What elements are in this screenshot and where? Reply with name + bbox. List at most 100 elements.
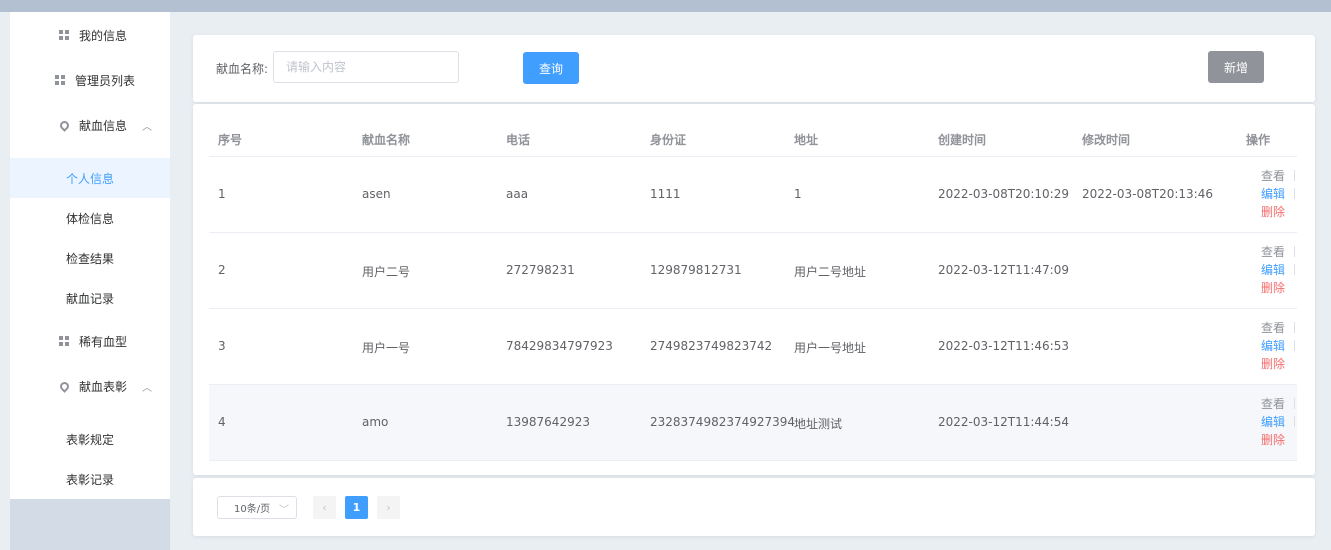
- cell-idcard: 1111: [650, 187, 681, 201]
- row-actions: 查看 编辑 删除: [1237, 243, 1297, 297]
- sidebar-item-label: 我的信息: [79, 28, 128, 43]
- table-row: 2 用户二号 272798231 129879812731 用户二号地址 202…: [209, 233, 1297, 309]
- sidebar-item-commendation-rules[interactable]: 表彰规定: [10, 419, 170, 459]
- sidebar: 我的信息 管理员列表 献血信息 ︿ 个人信息 体检信息 检查结果 献血记录 稀有…: [10, 12, 170, 550]
- edit-link[interactable]: 编辑: [1237, 261, 1297, 279]
- sidebar-item-rare-blood[interactable]: 稀有血型: [10, 321, 170, 361]
- column-header-actions: 操作: [1246, 133, 1271, 147]
- search-panel: 献血名称: 查询 新增: [193, 35, 1315, 102]
- search-input[interactable]: [273, 51, 459, 83]
- next-page-button[interactable]: ›: [377, 496, 400, 519]
- view-link[interactable]: 查看: [1237, 167, 1297, 185]
- prev-page-button[interactable]: ‹: [313, 496, 336, 519]
- column-header-idcard: 身份证: [650, 133, 687, 147]
- table-row: 3 用户一号 78429834797923 2749823749823742 用…: [209, 309, 1297, 385]
- column-header-modified: 修改时间: [1082, 133, 1131, 147]
- chevron-up-icon: ︿: [142, 121, 152, 133]
- edit-link[interactable]: 编辑: [1237, 337, 1297, 355]
- sidebar-item-label: 管理员列表: [75, 73, 136, 88]
- cell-created: 2022-03-08T20:10:29: [938, 187, 1069, 201]
- column-header-phone: 电话: [506, 133, 531, 147]
- cell-index: 4: [218, 415, 226, 429]
- row-actions: 查看 编辑 删除: [1237, 395, 1297, 449]
- table-row: 1 asen aaa 1111 1 2022-03-08T20:10:29 20…: [209, 157, 1297, 233]
- edit-link[interactable]: 编辑: [1237, 413, 1297, 431]
- cell-name: amo: [362, 415, 389, 429]
- cell-address: 用户二号地址: [794, 265, 867, 279]
- page-size-select[interactable]: 10条/页 ﹀: [217, 496, 297, 519]
- column-header-address: 地址: [794, 133, 819, 147]
- delete-link[interactable]: 删除: [1237, 203, 1297, 221]
- page-size-value: 10条/页: [234, 504, 271, 515]
- table-row: 4 amo 13987642923 2328374982374927394 地址…: [209, 385, 1297, 461]
- sidebar-item-check-results[interactable]: 检查结果: [10, 238, 170, 278]
- column-header-created: 创建时间: [938, 133, 987, 147]
- sidebar-item-label: 献血记录: [66, 291, 115, 306]
- cell-index: 2: [218, 263, 226, 277]
- cell-created: 2022-03-12T11:46:53: [938, 339, 1069, 353]
- location-icon: [57, 379, 71, 393]
- grid-icon: [53, 75, 67, 85]
- delete-link[interactable]: 删除: [1237, 431, 1297, 449]
- sidebar-item-label: 表彰规定: [66, 432, 115, 447]
- grid-icon: [57, 30, 71, 40]
- cell-modified: 2022-03-08T20:13:46: [1082, 187, 1213, 201]
- sidebar-item-my-info[interactable]: 我的信息: [10, 15, 170, 55]
- sidebar-menu: 我的信息 管理员列表 献血信息 ︿ 个人信息 体检信息 检查结果 献血记录 稀有…: [10, 12, 170, 499]
- column-header-name: 献血名称: [362, 133, 411, 147]
- cell-created: 2022-03-12T11:47:09: [938, 263, 1069, 277]
- cell-phone: 78429834797923: [506, 339, 613, 353]
- sidebar-item-label: 个人信息: [66, 171, 115, 186]
- pagination: 10条/页 ﹀ ‹ 1 ›: [193, 478, 1315, 536]
- sidebar-item-label: 献血表彰: [79, 379, 128, 394]
- cell-address: 1: [794, 187, 802, 201]
- chevron-right-icon: ›: [386, 501, 391, 514]
- sidebar-item-label: 献血信息: [79, 118, 128, 133]
- cell-phone: aaa: [506, 187, 529, 201]
- cell-phone: 13987642923: [506, 415, 590, 429]
- query-button[interactable]: 查询: [523, 52, 579, 84]
- cell-phone: 272798231: [506, 263, 575, 277]
- sidebar-item-label: 稀有血型: [79, 334, 128, 349]
- chevron-up-icon: ︿: [142, 382, 152, 394]
- column-header-index: 序号: [218, 133, 243, 147]
- sidebar-item-donation-records[interactable]: 献血记录: [10, 278, 170, 318]
- cell-name: asen: [362, 187, 391, 201]
- view-link[interactable]: 查看: [1237, 395, 1297, 413]
- sidebar-item-commendation[interactable]: 献血表彰 ︿: [10, 366, 170, 406]
- table-header: 序号 献血名称 电话 身份证 地址 创建时间 修改时间 操作: [209, 118, 1297, 157]
- cell-index: 1: [218, 187, 226, 201]
- cell-idcard: 2328374982374927394: [650, 415, 796, 429]
- sidebar-item-label: 体检信息: [66, 211, 115, 226]
- top-header-bar: [0, 0, 1331, 12]
- cell-name: 用户一号: [362, 341, 411, 355]
- cell-idcard: 2749823749823742: [650, 339, 773, 353]
- cell-address: 用户一号地址: [794, 341, 867, 355]
- delete-link[interactable]: 删除: [1237, 355, 1297, 373]
- chevron-down-icon: ﹀: [279, 505, 289, 516]
- view-link[interactable]: 查看: [1237, 319, 1297, 337]
- edit-link[interactable]: 编辑: [1237, 185, 1297, 203]
- cell-idcard: 129879812731: [650, 263, 742, 277]
- sidebar-item-health-check[interactable]: 体检信息: [10, 198, 170, 238]
- row-actions: 查看 编辑 删除: [1237, 167, 1297, 221]
- sidebar-item-label: 检查结果: [66, 251, 115, 266]
- page-number-button[interactable]: 1: [345, 496, 368, 519]
- cell-index: 3: [218, 339, 226, 353]
- view-link[interactable]: 查看: [1237, 243, 1297, 261]
- cell-address: 地址测试: [794, 417, 843, 431]
- cell-created: 2022-03-12T11:44:54: [938, 415, 1069, 429]
- sidebar-item-label: 表彰记录: [66, 472, 115, 487]
- search-label: 献血名称:: [216, 62, 269, 76]
- row-actions: 查看 编辑 删除: [1237, 319, 1297, 373]
- location-icon: [57, 118, 71, 132]
- chevron-left-icon: ‹: [322, 501, 327, 514]
- sidebar-item-commendation-records[interactable]: 表彰记录: [10, 459, 170, 499]
- cell-name: 用户二号: [362, 265, 411, 279]
- sidebar-item-donation-info[interactable]: 献血信息 ︿: [10, 105, 170, 145]
- sidebar-item-personal-info[interactable]: 个人信息: [10, 158, 170, 198]
- add-button[interactable]: 新增: [1208, 51, 1264, 83]
- data-table: 序号 献血名称 电话 身份证 地址 创建时间 修改时间 操作 1 asen aa…: [193, 104, 1315, 475]
- delete-link[interactable]: 删除: [1237, 279, 1297, 297]
- sidebar-item-admin-list[interactable]: 管理员列表: [10, 60, 170, 100]
